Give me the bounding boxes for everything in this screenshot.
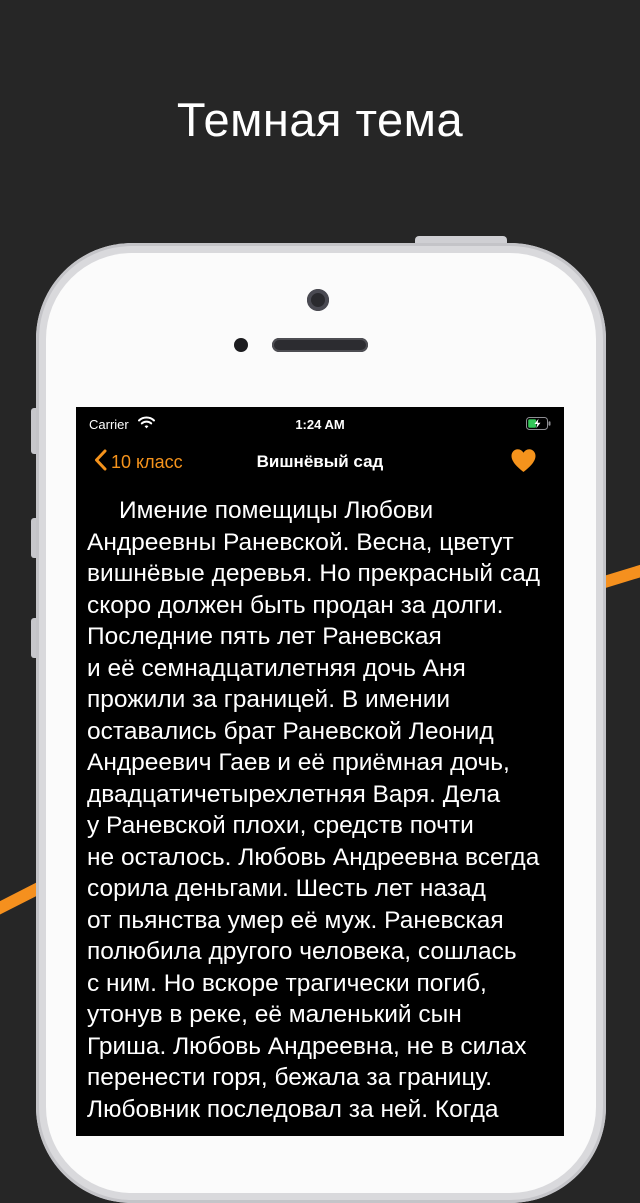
status-bar: Carrier 1:24 AM xyxy=(76,407,564,441)
front-camera xyxy=(307,289,329,311)
text-line: двадцатичетырехлетняя Варя. Дела xyxy=(87,780,501,808)
favorite-button[interactable] xyxy=(510,448,537,478)
status-time: 1:24 AM xyxy=(295,417,345,432)
reading-text: Имение помещицы Любови Андреевны Раневско… xyxy=(87,495,559,1125)
text-line: Гриша. Любовь Андреевна, не в силах xyxy=(87,1032,527,1060)
promo-title: Темная тема xyxy=(176,93,464,146)
text-line: Имение помещицы Любови xyxy=(119,497,434,524)
text-line: Андреевич Гаев и её приёмная дочь, xyxy=(87,749,510,776)
navigation-bar: 10 класс Вишнёвый сад xyxy=(76,441,564,483)
app-screen: Carrier 1:24 AM 10 класс Вишнёвый сад Им… xyxy=(76,407,564,1136)
heart-icon xyxy=(510,449,537,477)
text-line: от пьянства умер её муж. Раневская xyxy=(87,906,504,934)
text-line: Последние пять лет Раневская xyxy=(87,623,442,650)
text-line: сорила деньгами. Шесть лет назад xyxy=(87,875,486,902)
proximity-sensor xyxy=(234,338,248,352)
text-line: перенести горя, бежала за границу. xyxy=(87,1064,493,1091)
battery-charging-icon xyxy=(526,417,551,433)
text-line: у Раневской плохи, средств почти xyxy=(87,812,474,839)
text-line: с ним. Но вскоре трагически погиб, xyxy=(87,969,487,997)
text-line: и её семнадцатилетняя дочь Аня xyxy=(87,654,466,682)
text-line: скоро должен быть продан за долги. xyxy=(87,591,504,619)
earpiece-speaker xyxy=(272,338,368,352)
text-line: вишнёвые деревья. Но прекрасный сад xyxy=(87,560,541,587)
text-line: оставались брат Раневской Леонид xyxy=(87,717,494,745)
text-line: не осталось. Любовь Андреевна всегда xyxy=(87,843,540,871)
text-line: Любовник последовал за ней. Когда xyxy=(87,1095,499,1123)
text-line: прожили за границей. В имении xyxy=(87,686,451,713)
text-line: полюбила другого человека, сошлась xyxy=(87,938,517,965)
page-title: Вишнёвый сад xyxy=(256,452,384,471)
text-line: Андреевны Раневской. Весна, цветут xyxy=(87,528,514,556)
text-line: утонув в реке, её маленький сын xyxy=(87,1001,462,1028)
